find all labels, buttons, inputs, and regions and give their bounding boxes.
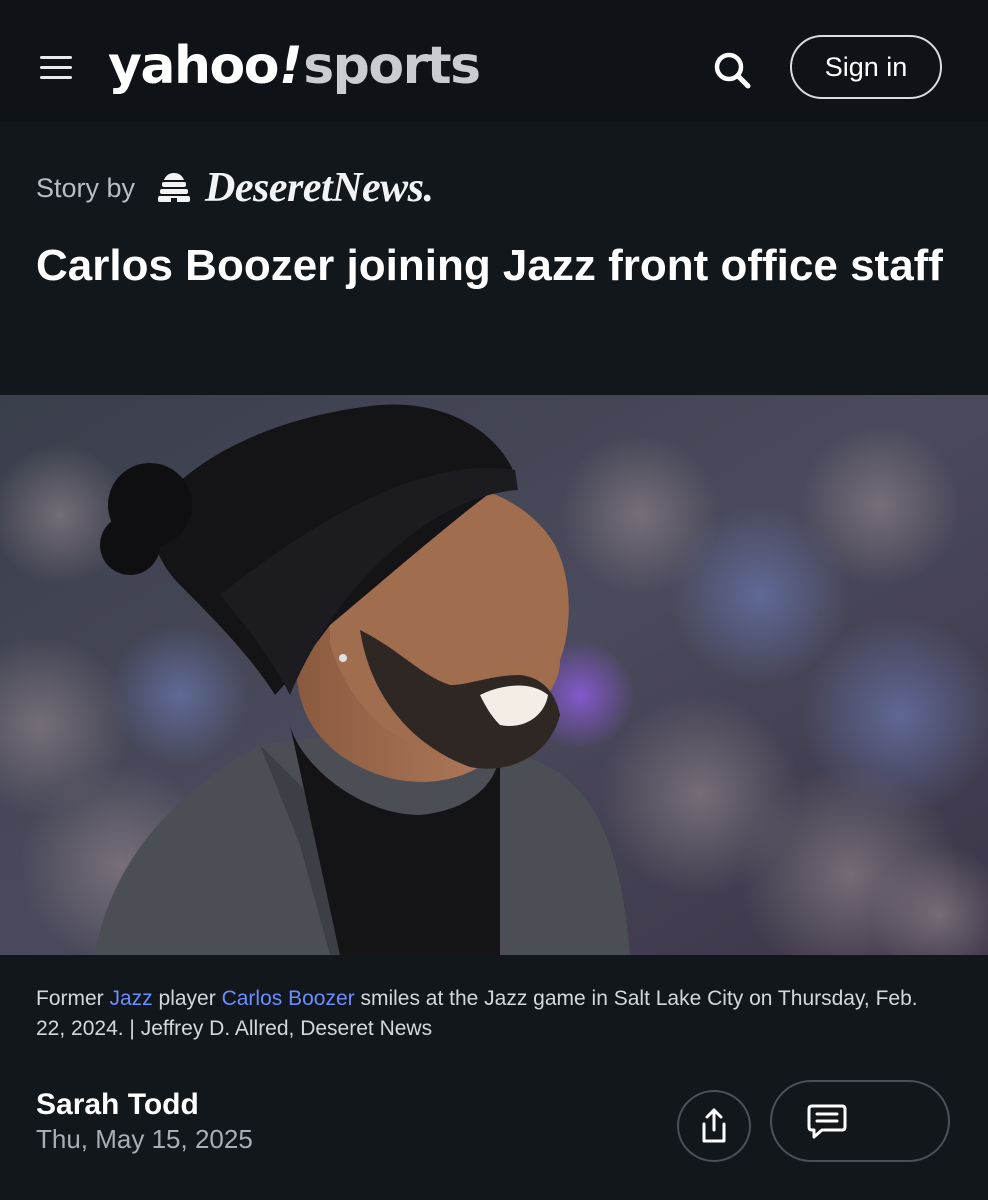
story-by-label: Story by <box>36 172 136 203</box>
top-header: yahoo ! sports Sign in <box>0 0 988 122</box>
comments-button[interactable] <box>770 1080 950 1162</box>
author-name[interactable]: Sarah Todd <box>36 1088 199 1122</box>
share-icon <box>702 1108 726 1143</box>
search-icon[interactable] <box>710 48 756 92</box>
logo-bang-text: ! <box>278 36 303 96</box>
logo-section-text: sports <box>303 36 481 96</box>
photo-caption: Former Jazz player Carlos Boozer smiles … <box>36 984 946 1044</box>
source-logo-text[interactable]: DeseretNews. <box>205 164 434 212</box>
deseret-beehive-icon <box>158 173 191 202</box>
comments-icon <box>807 1104 847 1139</box>
menu-icon[interactable] <box>36 48 76 84</box>
caption-link-carlos-boozer[interactable]: Carlos Boozer <box>222 987 355 1010</box>
story-source: Story by DeseretNews. <box>36 160 434 216</box>
caption-prefix: Former <box>36 987 110 1010</box>
yahoo-sports-logo[interactable]: yahoo ! sports <box>108 34 481 98</box>
logo-yahoo-text: yahoo <box>108 36 279 96</box>
caption-middle: player <box>152 987 222 1010</box>
article-page: yahoo ! sports Sign in Story by DeseretN… <box>0 0 988 1200</box>
caption-link-jazz[interactable]: Jazz <box>110 987 153 1010</box>
share-button[interactable] <box>677 1090 751 1162</box>
publish-date: Thu, May 15, 2025 <box>36 1124 253 1154</box>
sign-in-button[interactable]: Sign in <box>790 35 942 99</box>
hero-photo <box>0 395 988 955</box>
article-headline: Carlos Boozer joining Jazz front office … <box>36 241 943 290</box>
